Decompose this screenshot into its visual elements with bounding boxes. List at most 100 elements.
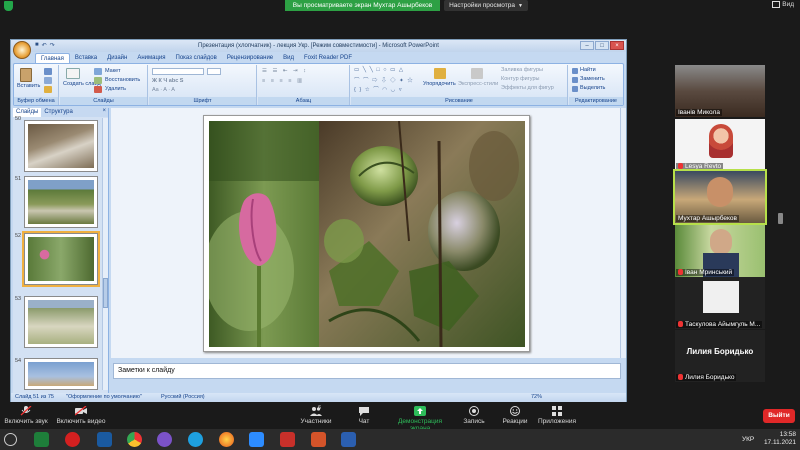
explorer-icon[interactable] (97, 432, 112, 447)
leave-button[interactable]: Выйти (763, 409, 795, 423)
cotton-photo[interactable] (209, 121, 525, 347)
zoom-app-icon[interactable] (249, 432, 264, 447)
scrollbar-handle[interactable] (103, 278, 108, 308)
office-button-icon[interactable] (13, 41, 31, 59)
bold-icon[interactable]: Ж К Ч abc S (152, 78, 183, 84)
participant-tile[interactable]: Lesya Revto (675, 119, 765, 171)
redo-icon[interactable]: ↷ (50, 42, 55, 50)
search-icon[interactable] (4, 433, 17, 446)
current-slide[interactable] (203, 115, 530, 352)
chat-icon (359, 407, 369, 416)
layout-button[interactable]: Макет (105, 68, 121, 74)
align-icons[interactable]: ≡ ≡ ≡ ≡ ▥ (262, 78, 304, 84)
arrange-button[interactable]: Упорядочить (423, 81, 456, 87)
zoom-level[interactable]: 72% (531, 393, 542, 402)
participant-tile[interactable]: Лилия Боридько Лилия Боридько (675, 330, 765, 382)
participant-tile[interactable]: Таскулова Айымгуль М... (675, 277, 765, 329)
save-icon[interactable]: ■ (35, 42, 39, 50)
list-icons[interactable]: ☰ ☰ ⇤ ⇥ ↕ (262, 68, 308, 74)
view-button[interactable]: Вид (772, 1, 794, 11)
quick-styles-button[interactable]: Экспресс-стили (458, 81, 498, 87)
tab-foxit[interactable]: Foxit Reader PDF (299, 53, 357, 63)
security-shield-icon[interactable] (4, 1, 13, 11)
participant-tile[interactable]: Іванів Микола (675, 65, 765, 117)
unmute-button[interactable]: Включить звук (4, 406, 48, 425)
record-icon (469, 406, 479, 416)
shapes-row3-icon[interactable]: { } ☆ ⌒ ◠ ◡ ▿ (354, 85, 403, 93)
font-name-select[interactable] (152, 68, 204, 75)
apps-button[interactable]: Приложения (537, 406, 577, 425)
font-color-icon[interactable]: Aa · A · A (152, 87, 175, 93)
undo-icon[interactable]: ↶ (42, 42, 47, 50)
slide-thumb-51[interactable]: 51 (15, 176, 101, 232)
chrome-icon[interactable] (127, 432, 142, 447)
opera-icon[interactable] (65, 432, 80, 447)
tab-review[interactable]: Рецензирование (222, 53, 278, 63)
excel-icon[interactable] (34, 432, 49, 447)
viber-icon[interactable] (157, 432, 172, 447)
thumb-image (28, 300, 94, 344)
chat-button[interactable]: Чат (354, 406, 374, 425)
shapes-row2-icon[interactable]: ⌒ ⌒ ⇨ ⇩ ◇ ✦ ☆ (354, 76, 414, 84)
acrobat-icon[interactable] (280, 432, 295, 447)
tab-slideshow[interactable]: Показ слайдов (171, 53, 222, 63)
reset-button[interactable]: Восстановить (105, 77, 140, 83)
slides-panel-scrollbar[interactable] (102, 118, 108, 390)
start-video-button[interactable]: Включить видео (56, 406, 106, 425)
cotton-photo-image (209, 121, 525, 347)
select-button[interactable]: Выделить (580, 85, 605, 91)
slide-thumb-52[interactable]: 52 (15, 231, 101, 289)
word-app-icon[interactable] (341, 432, 356, 447)
shape-effects-button[interactable]: Эффекты для фигур (501, 85, 554, 91)
replace-button[interactable]: Заменить (580, 76, 605, 82)
tab-view[interactable]: Вид (278, 53, 299, 63)
language-indicator[interactable]: УКР (742, 436, 754, 443)
slide-editing-area (111, 108, 624, 358)
reactions-button[interactable]: Реакции (501, 406, 529, 425)
participant-name: Таскулова Айымгуль М... (676, 321, 763, 328)
participant-tile[interactable]: Іван Мринський (675, 225, 765, 277)
view-settings-button[interactable]: Настройки просмотра ▼ (444, 0, 528, 11)
tab-home[interactable]: Главная (35, 53, 70, 63)
panel-close-icon[interactable]: × (102, 108, 106, 114)
font-size-select[interactable] (207, 68, 221, 75)
grid-view-icon (772, 1, 781, 8)
paste-icon[interactable] (20, 68, 32, 82)
find-button[interactable]: Найти (580, 67, 596, 73)
maximize-icon[interactable]: □ (595, 41, 609, 50)
slide-thumb-54[interactable]: 54 (15, 358, 101, 392)
tab-animation[interactable]: Анимация (132, 53, 170, 63)
participant-tile-active[interactable]: Мухтар Ашырбеков (673, 169, 767, 225)
tab-insert[interactable]: Вставка (70, 53, 102, 63)
shape-fill-button[interactable]: Заливка фигуры (501, 67, 543, 73)
firefox-icon[interactable] (219, 432, 234, 447)
skype-icon[interactable] (188, 432, 203, 447)
shapes-gallery-icon[interactable]: ▭ ╲ ╲ □ ○ ▭ △ (354, 67, 404, 73)
slide-area-scrollbar[interactable] (620, 108, 626, 358)
record-button[interactable]: Запись (462, 406, 486, 425)
close-icon[interactable]: × (610, 41, 624, 50)
editing-group: Найти Заменить Выделить Редактирование (569, 65, 623, 105)
tab-design[interactable]: Дизайн (102, 53, 132, 63)
slide-thumb-53[interactable]: 53 (15, 296, 101, 352)
participants-button[interactable]: Участники (296, 406, 336, 425)
new-slide-icon[interactable] (66, 68, 80, 79)
delete-button[interactable]: Удалить (105, 86, 126, 92)
clock[interactable]: 13:58 17.11.2021 (764, 431, 796, 447)
minimize-icon[interactable]: – (580, 41, 594, 50)
powerpoint-app-icon[interactable] (311, 432, 326, 447)
slide-notes[interactable]: Заметки к слайду (113, 363, 621, 379)
gallery-scrollbar[interactable] (778, 213, 783, 224)
cut-icon[interactable] (44, 68, 52, 75)
reactions-icon (510, 406, 520, 416)
copy-icon[interactable] (44, 77, 52, 84)
mic-off-icon (20, 406, 32, 416)
paste-button[interactable]: Вставить (17, 83, 40, 89)
powerpoint-title-bar: Презентация (хлопчатник) - лекция Укр. [… (11, 40, 626, 52)
shape-outline-button[interactable]: Контур фигуры (501, 76, 539, 82)
participants-count: 6 (318, 405, 322, 411)
start-video-label: Включить видео (56, 418, 106, 425)
slide-thumb-49[interactable] (15, 120, 101, 176)
format-painter-icon[interactable] (44, 86, 52, 93)
slide-thumbnail (24, 176, 98, 228)
